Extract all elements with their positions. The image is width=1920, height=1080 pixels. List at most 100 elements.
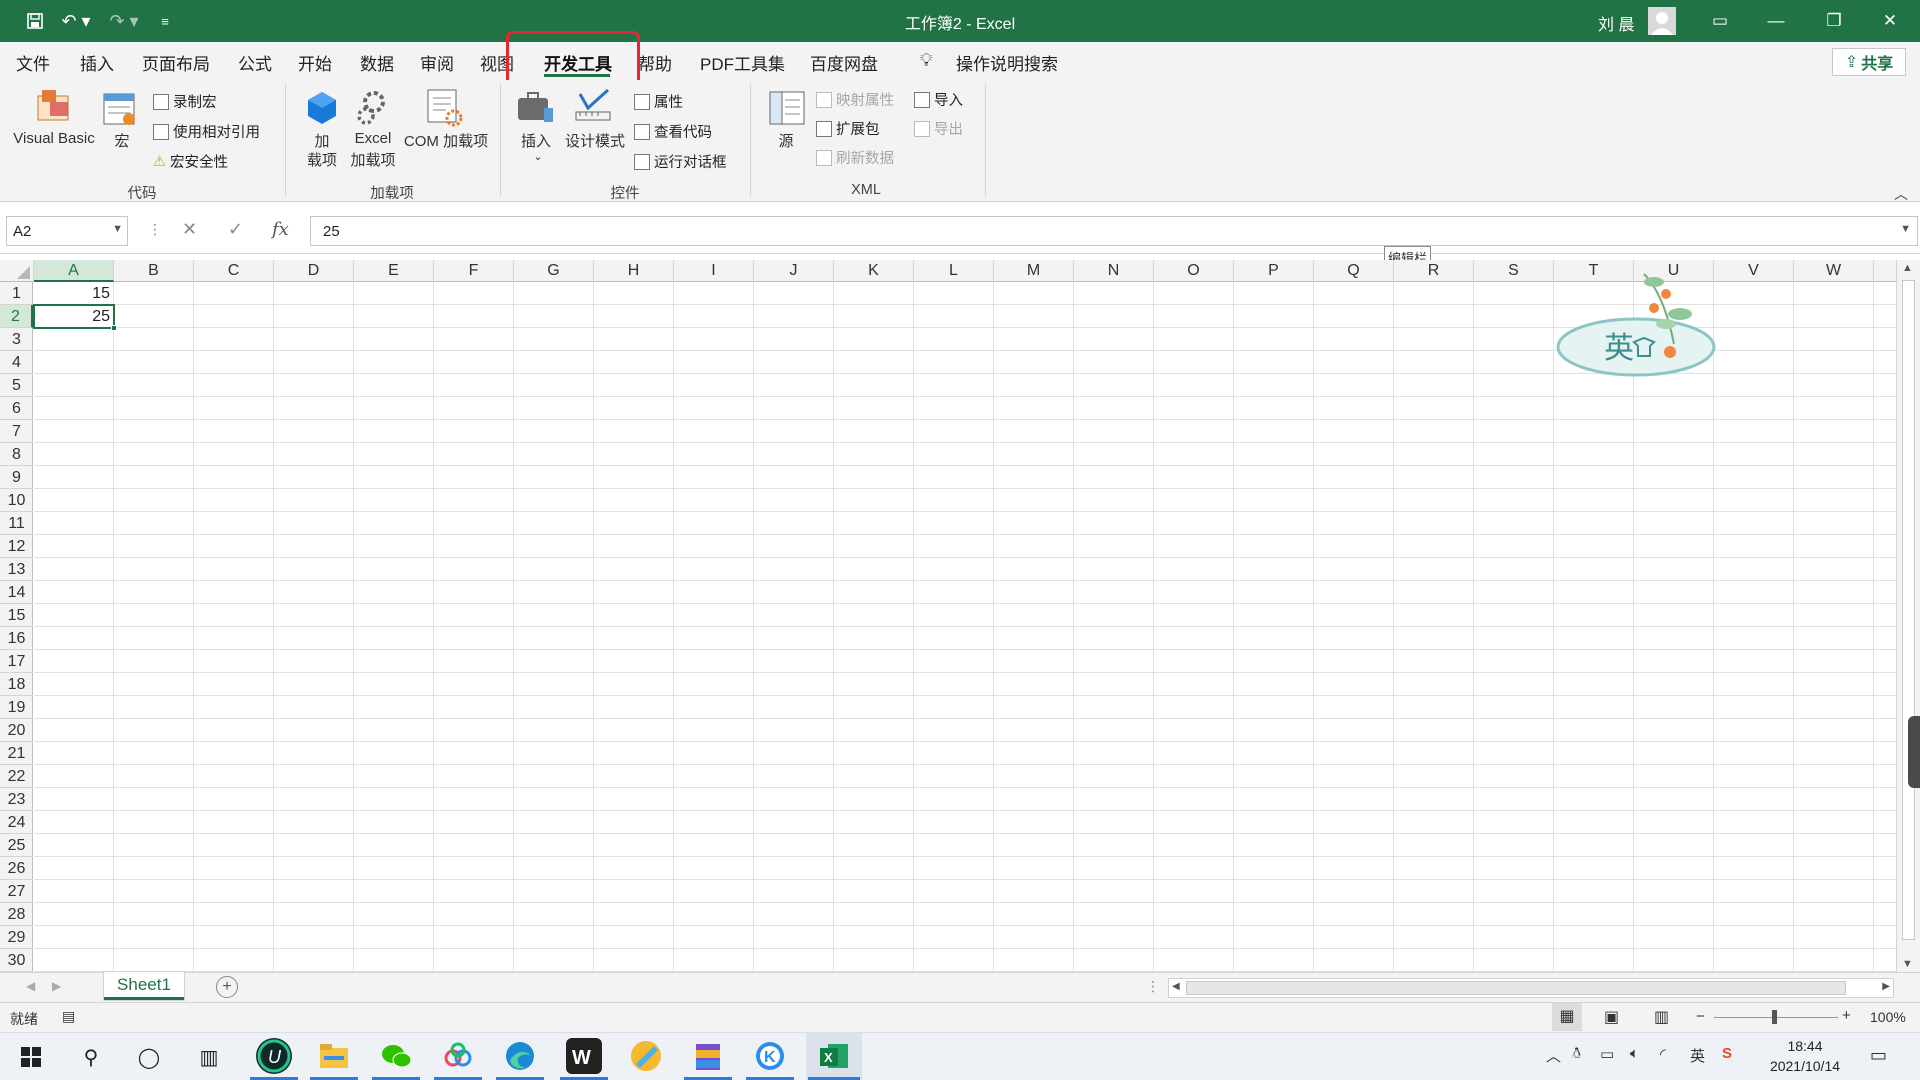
- search-icon[interactable]: ⚲: [74, 1040, 108, 1074]
- row-header-6[interactable]: 6: [0, 397, 33, 420]
- row-header-27[interactable]: 27: [0, 880, 33, 903]
- new-sheet-button[interactable]: +: [216, 976, 238, 998]
- notes-app-icon[interactable]: [628, 1038, 664, 1074]
- row-header-24[interactable]: 24: [0, 811, 33, 834]
- scroll-right-icon[interactable]: ▶: [1882, 981, 1890, 992]
- volume-icon[interactable]: 🔈︎: [1630, 1045, 1639, 1062]
- name-box[interactable]: A2 ▼: [6, 216, 128, 246]
- column-header-a[interactable]: A: [34, 260, 114, 282]
- visual-basic-button[interactable]: Visual Basic: [10, 130, 98, 147]
- zoom-slider-thumb[interactable]: [1772, 1010, 1777, 1024]
- avatar[interactable]: [1648, 7, 1676, 35]
- network-icon[interactable]: ◜: [1660, 1045, 1666, 1063]
- zoom-in-icon[interactable]: +: [1842, 1007, 1851, 1024]
- com-addins-icon[interactable]: [426, 88, 466, 127]
- column-header-h[interactable]: H: [594, 260, 674, 282]
- page-break-view-icon[interactable]: ▥: [1654, 1007, 1669, 1027]
- expansion-packs-button[interactable]: 扩展包: [816, 118, 880, 139]
- accessibility-icon[interactable]: ▤: [62, 1008, 75, 1025]
- tab-file[interactable]: 文件: [16, 50, 50, 75]
- cell-a1[interactable]: 15: [34, 282, 114, 305]
- row-header-25[interactable]: 25: [0, 834, 33, 857]
- page-layout-view-icon[interactable]: ▣: [1604, 1007, 1619, 1027]
- side-handle[interactable]: [1908, 716, 1920, 788]
- wechat-icon[interactable]: [378, 1038, 414, 1074]
- tell-me-search[interactable]: 操作说明搜索: [956, 50, 1058, 75]
- excel-addins-label-1[interactable]: Excel: [348, 130, 398, 147]
- row-header-30[interactable]: 30: [0, 949, 33, 972]
- windows-start-icon[interactable]: [14, 1040, 48, 1074]
- insert-function-icon[interactable]: fx: [272, 219, 289, 240]
- row-header-13[interactable]: 13: [0, 558, 33, 581]
- tab-page-layout[interactable]: 页面布局: [142, 50, 210, 75]
- insert-dropdown-icon[interactable]: ⌄: [530, 150, 546, 163]
- excel-icon[interactable]: X: [816, 1038, 852, 1074]
- tab-baidu-netdisk[interactable]: 百度网盘: [810, 50, 878, 75]
- column-header-q[interactable]: Q: [1314, 260, 1394, 282]
- zoom-out-icon[interactable]: −: [1696, 1008, 1705, 1025]
- edge-icon[interactable]: [502, 1038, 538, 1074]
- column-header-b[interactable]: B: [114, 260, 194, 282]
- column-header-i[interactable]: I: [674, 260, 754, 282]
- ribbon-display-icon[interactable]: ▭: [1692, 0, 1748, 42]
- column-header-l[interactable]: L: [914, 260, 994, 282]
- row-header-3[interactable]: 3: [0, 328, 33, 351]
- column-header-f[interactable]: F: [434, 260, 514, 282]
- user-name[interactable]: 刘 晨: [1598, 11, 1634, 35]
- restore-icon[interactable]: ❐: [1806, 0, 1862, 42]
- row-header-7[interactable]: 7: [0, 420, 33, 443]
- tab-help[interactable]: 帮助: [638, 50, 672, 75]
- column-header-o[interactable]: O: [1154, 260, 1234, 282]
- addins-icon[interactable]: [304, 90, 344, 128]
- sogou-ime-icon[interactable]: S: [1722, 1045, 1732, 1062]
- refresh-data-button[interactable]: 刷新数据: [816, 147, 894, 168]
- chevron-down-icon[interactable]: ▼: [112, 223, 123, 235]
- row-header-26[interactable]: 26: [0, 857, 33, 880]
- row-header-11[interactable]: 11: [0, 512, 33, 535]
- row-header-23[interactable]: 23: [0, 788, 33, 811]
- formula-input[interactable]: 25 ▼: [310, 216, 1918, 246]
- xml-source-icon[interactable]: [768, 90, 808, 128]
- column-header-r[interactable]: R: [1394, 260, 1474, 282]
- row-header-9[interactable]: 9: [0, 466, 33, 489]
- column-header-g[interactable]: G: [514, 260, 594, 282]
- export-button[interactable]: 导出: [914, 118, 963, 139]
- cortana-icon[interactable]: ◯: [132, 1040, 166, 1074]
- scroll-up-icon[interactable]: ▲: [1902, 262, 1913, 274]
- column-header-v[interactable]: V: [1714, 260, 1794, 282]
- scroll-down-icon[interactable]: ▼: [1902, 958, 1913, 970]
- com-addins-button[interactable]: COM 加载项: [400, 130, 492, 151]
- qq-icon[interactable]: 🐧︎: [1572, 1045, 1581, 1064]
- row-header-18[interactable]: 18: [0, 673, 33, 696]
- macro-button[interactable]: 宏: [102, 130, 142, 151]
- zoom-level[interactable]: 100%: [1870, 1009, 1906, 1025]
- excel-addins-label-2[interactable]: 加载项: [348, 149, 398, 170]
- import-button[interactable]: 导入: [914, 89, 963, 110]
- tab-review[interactable]: 审阅: [420, 50, 454, 75]
- column-header-k[interactable]: K: [834, 260, 914, 282]
- share-button[interactable]: ⇪ 共享: [1832, 48, 1906, 76]
- relative-reference-button[interactable]: 使用相对引用: [153, 121, 260, 142]
- insert-control-icon[interactable]: [516, 90, 556, 128]
- excel-addins-icon[interactable]: [354, 88, 394, 126]
- column-header-s[interactable]: S: [1474, 260, 1554, 282]
- task-view-icon[interactable]: ▥: [192, 1040, 226, 1074]
- ime-floating-widget[interactable]: 英: [1554, 254, 1724, 384]
- row-header-20[interactable]: 20: [0, 719, 33, 742]
- wps-icon[interactable]: W: [566, 1038, 602, 1074]
- vertical-scrollbar[interactable]: ▲ ▼: [1896, 260, 1920, 972]
- row-header-8[interactable]: 8: [0, 443, 33, 466]
- visual-basic-icon[interactable]: [34, 88, 74, 126]
- notifications-icon[interactable]: ▭: [1870, 1045, 1887, 1066]
- horizontal-scroll-thumb[interactable]: [1186, 981, 1846, 995]
- cancel-icon[interactable]: ✕: [182, 219, 197, 240]
- fill-handle[interactable]: [111, 325, 117, 331]
- worksheet-grid[interactable]: 15 25: [34, 282, 1896, 972]
- column-header-e[interactable]: E: [354, 260, 434, 282]
- more-options-icon[interactable]: ⋮: [148, 221, 162, 238]
- row-header-28[interactable]: 28: [0, 903, 33, 926]
- collapse-ribbon-icon[interactable]: ︿: [1894, 184, 1908, 204]
- row-header-1[interactable]: 1: [0, 282, 33, 305]
- vertical-scroll-thumb[interactable]: [1902, 280, 1915, 940]
- column-header-j[interactable]: J: [754, 260, 834, 282]
